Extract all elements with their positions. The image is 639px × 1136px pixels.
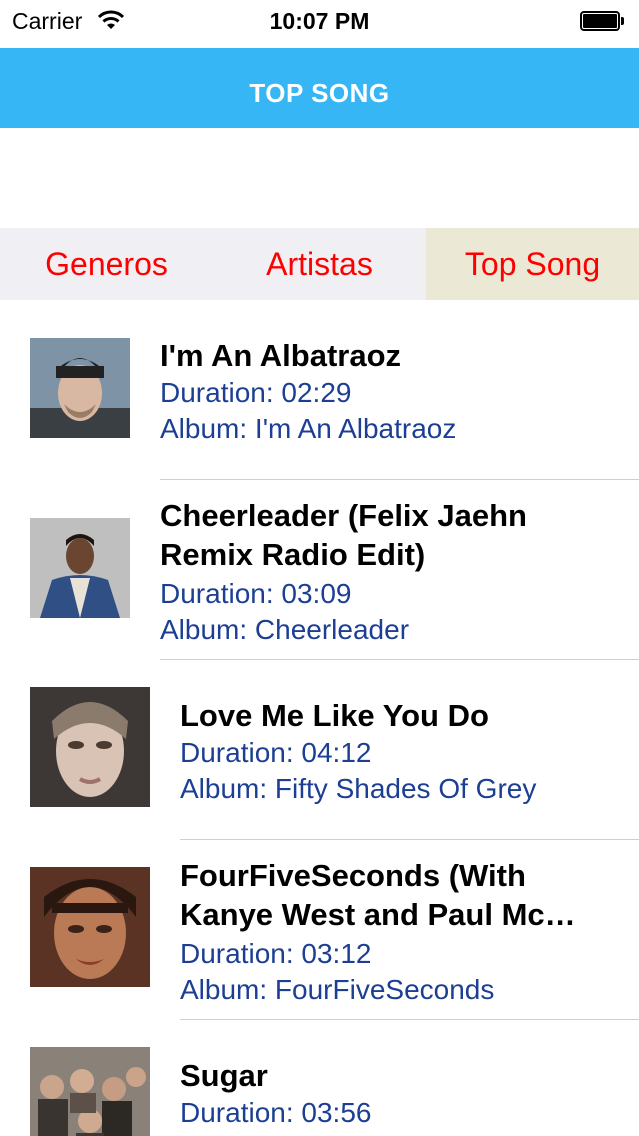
- tab-top-song[interactable]: Top Song: [426, 228, 639, 300]
- song-title: I'm An Albatraoz: [160, 338, 402, 373]
- song-row[interactable]: FourFiveSeconds (With Kanye West and Pau…: [0, 840, 639, 1020]
- nav-bar: TOP SONG: [0, 48, 639, 128]
- song-album: Album: Fifty Shades Of Grey: [180, 773, 537, 804]
- tab-bar: Generos Artistas Top Song: [0, 228, 639, 300]
- album-artwork: [30, 867, 150, 987]
- song-duration: Duration: 04:12: [180, 737, 372, 768]
- song-duration: Duration: 03:12: [180, 938, 372, 969]
- song-duration: Duration: 02:29: [160, 377, 352, 408]
- song-row[interactable]: I'm An Albatraoz Duration: 02:29 Album: …: [0, 300, 639, 480]
- song-title: Cheerleader (Felix Jaehn: [160, 498, 527, 533]
- tab-generos[interactable]: Generos: [0, 228, 213, 300]
- song-album: Album: Cheerleader: [160, 614, 410, 645]
- page-title: TOP SONG: [249, 78, 390, 108]
- song-title: Sugar: [180, 1058, 268, 1093]
- album-artwork: [30, 338, 130, 438]
- song-row[interactable]: Love Me Like You Do Duration: 04:12 Albu…: [0, 660, 639, 840]
- song-row[interactable]: Cheerleader (Felix Jaehn Remix Radio Edi…: [0, 480, 639, 660]
- battery-icon: [580, 11, 624, 31]
- song-album: Album: FourFiveSeconds: [180, 974, 495, 1005]
- song-duration: Duration: 03:09: [160, 578, 352, 609]
- album-artwork: [30, 687, 150, 807]
- status-bar: Carrier 10:07 PM: [0, 0, 639, 44]
- status-time: 10:07 PM: [269, 8, 370, 34]
- song-title: Love Me Like You Do: [180, 698, 489, 733]
- song-row[interactable]: Sugar Duration: 03:56: [0, 1020, 639, 1136]
- song-title-line-2: Remix Radio Edit): [160, 537, 426, 572]
- song-title-line-2: Kanye West and Paul Mc…: [180, 897, 576, 932]
- album-artwork: [30, 518, 130, 618]
- song-title: FourFiveSeconds (With: [180, 858, 526, 893]
- tab-artistas[interactable]: Artistas: [213, 228, 426, 300]
- song-duration: Duration: 03:56: [180, 1097, 372, 1128]
- album-artwork: [30, 1047, 150, 1136]
- song-album: Album: I'm An Albatraoz: [160, 413, 457, 444]
